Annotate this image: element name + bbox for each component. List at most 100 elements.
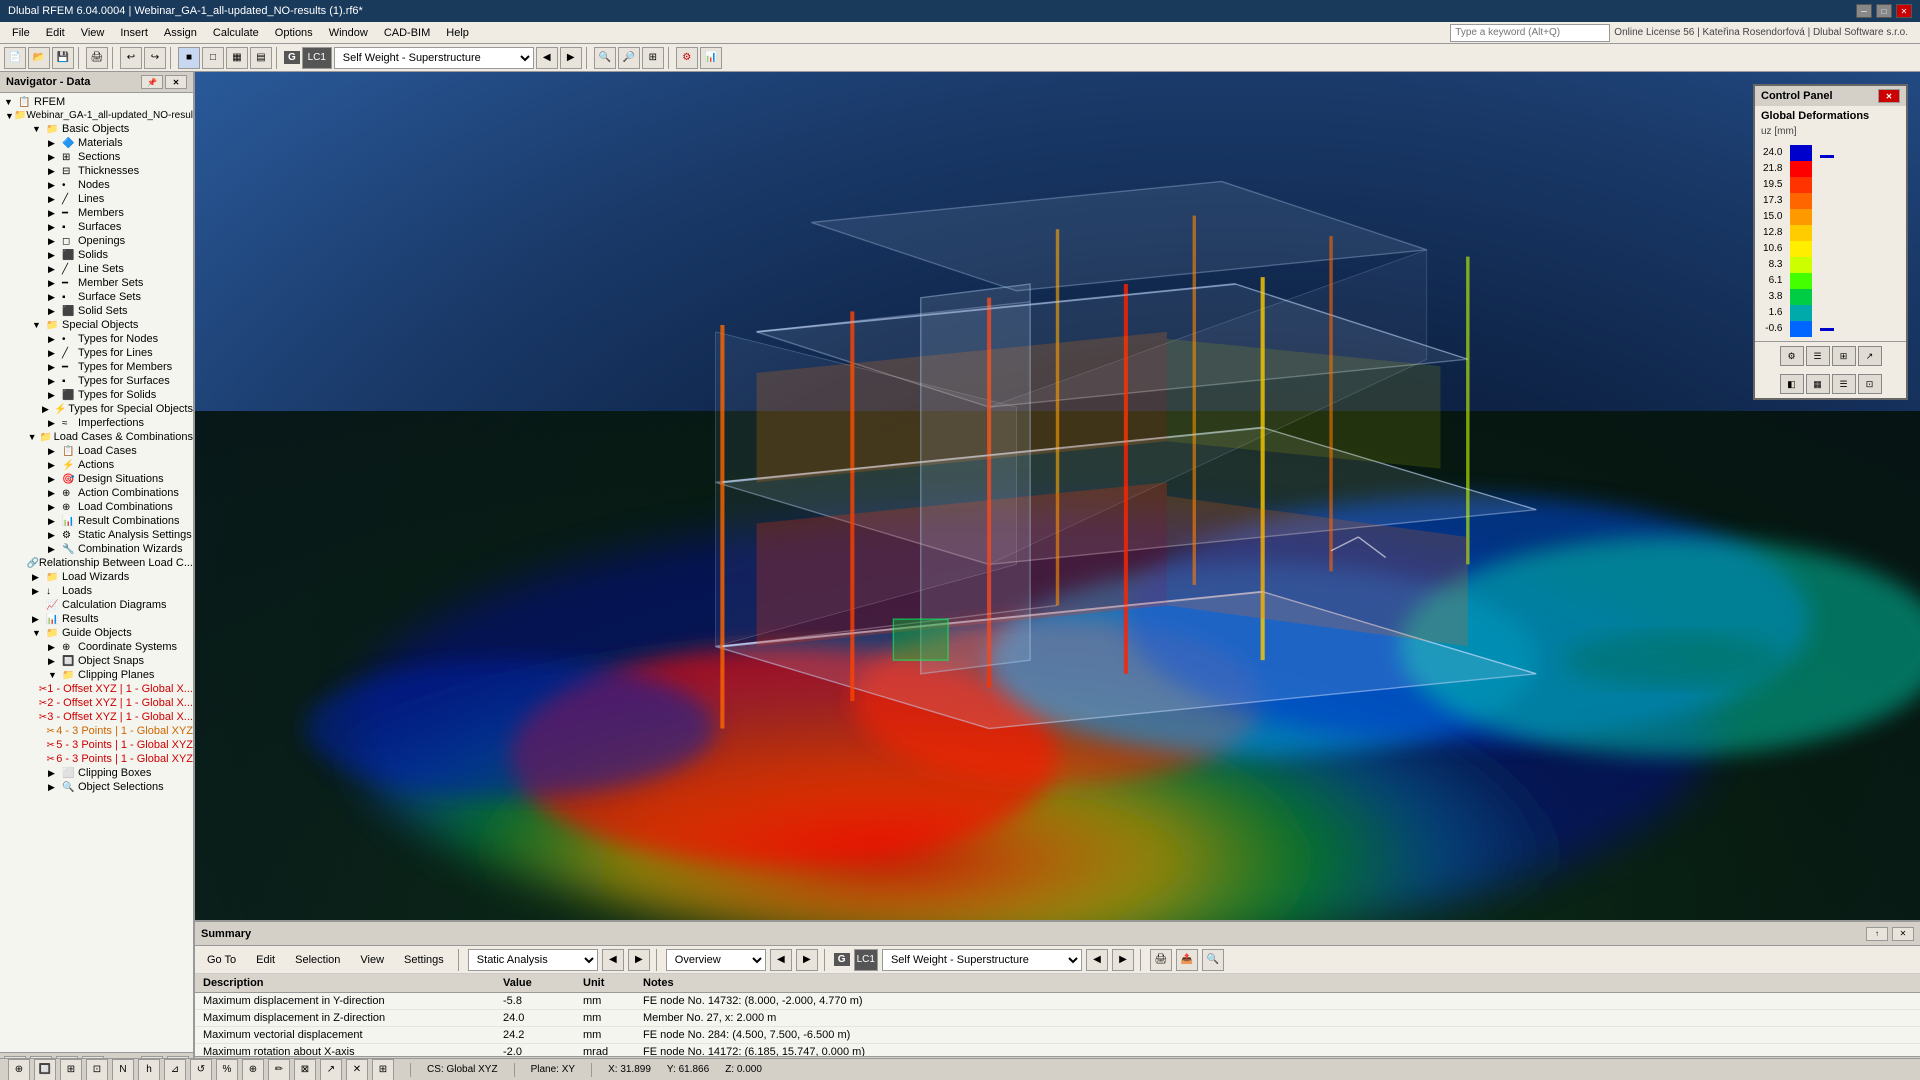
menu-edit[interactable]: Edit — [38, 25, 73, 41]
types-solids-arrow[interactable]: ▶ — [48, 390, 62, 401]
types-surfaces-arrow[interactable]: ▶ — [48, 376, 62, 387]
materials-arrow[interactable]: ▶ — [48, 138, 62, 149]
results-button[interactable]: 📊 — [700, 47, 722, 69]
comb-wizards-arrow[interactable]: ▶ — [48, 544, 62, 555]
zoom-out-button[interactable]: 🔎 — [618, 47, 640, 69]
nav-item-special-objects[interactable]: ▼ 📁 Special Objects — [0, 318, 193, 332]
menu-insert[interactable]: Insert — [112, 25, 156, 41]
overview-prev-button[interactable]: ◀ — [770, 949, 792, 971]
status-btn-4[interactable]: ⊡ — [86, 1059, 108, 1080]
lc-next-button[interactable]: ▶ — [560, 47, 582, 69]
nav-item-load-combinations[interactable]: ▶ ⊕ Load Combinations — [0, 500, 193, 514]
nav-item-cp-6[interactable]: ✂ 6 - 3 Points | 1 - Global XYZ — [0, 752, 193, 766]
view-3d-button[interactable]: ■ — [178, 47, 200, 69]
bottom-view[interactable]: View — [352, 952, 392, 968]
lc-name-dropdown[interactable]: Self Weight - Superstructure — [334, 47, 534, 69]
cp-btn-2d-view[interactable]: ◧ — [1780, 374, 1804, 394]
nav-item-types-surfaces[interactable]: ▶ ▪ Types for Surfaces — [0, 374, 193, 388]
cp-btn-export[interactable]: ↗ — [1858, 346, 1882, 366]
nav-item-thicknesses[interactable]: ▶ ⊟ Thicknesses — [0, 164, 193, 178]
analysis-prev-button[interactable]: ◀ — [602, 949, 624, 971]
nav-item-load-cases[interactable]: ▶ 📋 Load Cases — [0, 444, 193, 458]
bottom-expand-button[interactable]: ↑ — [1866, 927, 1888, 941]
loads-arrow[interactable]: ▶ — [32, 586, 46, 597]
open-button[interactable]: 📂 — [28, 47, 50, 69]
nav-item-cp-2[interactable]: ✂ 2 - Offset XYZ | 1 - Global X... — [0, 696, 193, 710]
openings-arrow[interactable]: ▶ — [48, 236, 62, 247]
status-btn-5[interactable]: N — [112, 1059, 134, 1080]
table-row[interactable]: Maximum displacement in Z-direction 24.0… — [195, 1010, 1920, 1027]
menu-window[interactable]: Window — [321, 25, 376, 41]
nav-item-nodes[interactable]: ▶ • Nodes — [0, 178, 193, 192]
close-button[interactable]: ✕ — [1896, 4, 1912, 18]
project-arrow[interactable]: ▼ — [5, 111, 14, 121]
menu-cad-bim[interactable]: CAD-BIM — [376, 25, 438, 41]
lines-arrow[interactable]: ▶ — [48, 194, 62, 205]
fit-all-button[interactable]: ⊞ — [642, 47, 664, 69]
nav-item-types-nodes[interactable]: ▶ • Types for Nodes — [0, 332, 193, 346]
nav-item-design-situations[interactable]: ▶ 🎯 Design Situations — [0, 472, 193, 486]
table-row[interactable]: Maximum rotation about X-axis -2.0 mrad … — [195, 1044, 1920, 1056]
status-btn-14[interactable]: ✕ — [346, 1059, 368, 1080]
member-sets-arrow[interactable]: ▶ — [48, 278, 62, 289]
nav-item-sections[interactable]: ▶ ⊞ Sections — [0, 150, 193, 164]
nav-item-basic-objects[interactable]: ▼ 📁 Basic Objects — [0, 122, 193, 136]
surface-sets-arrow[interactable]: ▶ — [48, 292, 62, 303]
cp-btn-legend[interactable]: ☰ — [1832, 374, 1856, 394]
nav-item-lines[interactable]: ▶ ╱ Lines — [0, 192, 193, 206]
solid-sets-arrow[interactable]: ▶ — [48, 306, 62, 317]
solids-arrow[interactable]: ▶ — [48, 250, 62, 261]
new-button[interactable]: 📄 — [4, 47, 26, 69]
nav-item-coord-systems[interactable]: ▶ ⊕ Coordinate Systems — [0, 640, 193, 654]
load-cases-comb-arrow[interactable]: ▼ — [28, 432, 40, 442]
overview-next-button[interactable]: ▶ — [796, 949, 818, 971]
save-button[interactable]: 💾 — [52, 47, 74, 69]
design-situations-arrow[interactable]: ▶ — [48, 474, 62, 485]
nav-item-imperfections[interactable]: ▶ ≈ Imperfections — [0, 416, 193, 430]
nav-item-materials[interactable]: ▶ 🔷 Materials — [0, 136, 193, 150]
types-nodes-arrow[interactable]: ▶ — [48, 334, 62, 345]
nav-item-clipping-planes[interactable]: ▼ 📁 Clipping Planes — [0, 668, 193, 682]
search-input[interactable] — [1450, 24, 1610, 42]
minimize-button[interactable]: ─ — [1856, 4, 1872, 18]
result-combinations-arrow[interactable]: ▶ — [48, 516, 62, 527]
nav-item-result-combinations[interactable]: ▶ 📊 Result Combinations — [0, 514, 193, 528]
nav-item-comb-wizards[interactable]: ▶ 🔧 Combination Wizards — [0, 542, 193, 556]
status-btn-12[interactable]: ⊠ — [294, 1059, 316, 1080]
nav-item-project[interactable]: ▼ 📁 Webinar_GA-1_all-updated_NO-resul — [0, 109, 193, 122]
bottom-lc-name-dropdown[interactable]: Self Weight - Superstructure — [882, 949, 1082, 971]
load-wizards-arrow[interactable]: ▶ — [32, 572, 46, 583]
status-btn-10[interactable]: ⊕ — [242, 1059, 264, 1080]
nav-item-cp-4[interactable]: ✂ 4 - 3 Points | 1 - Global XYZ — [0, 724, 193, 738]
menu-calculate[interactable]: Calculate — [205, 25, 267, 41]
table-row[interactable]: Maximum displacement in Y-direction -5.8… — [195, 993, 1920, 1010]
nav-item-guide-objects[interactable]: ▼ 📁 Guide Objects — [0, 626, 193, 640]
nav-item-cp-3[interactable]: ✂ 3 - Offset XYZ | 1 - Global X... — [0, 710, 193, 724]
cp-btn-extra[interactable]: ⊡ — [1858, 374, 1882, 394]
nav-item-surfaces[interactable]: ▶ ▪ Surfaces — [0, 220, 193, 234]
status-btn-11[interactable]: ✏ — [268, 1059, 290, 1080]
nav-item-action-combinations[interactable]: ▶ ⊕ Action Combinations — [0, 486, 193, 500]
special-objects-arrow[interactable]: ▼ — [32, 320, 46, 330]
maximize-button[interactable]: □ — [1876, 4, 1892, 18]
cp-btn-list[interactable]: ☰ — [1806, 346, 1830, 366]
analysis-type-dropdown[interactable]: Static Analysis — [468, 949, 598, 971]
lc-prev-button[interactable]: ◀ — [536, 47, 558, 69]
nav-item-load-cases-comb[interactable]: ▼ 📁 Load Cases & Combinations — [0, 430, 193, 444]
table-row[interactable]: Maximum vectorial displacement 24.2 mm F… — [195, 1027, 1920, 1044]
view-front-button[interactable]: ▦ — [226, 47, 248, 69]
view-top-button[interactable]: ▤ — [250, 47, 272, 69]
nav-item-surface-sets[interactable]: ▶ ▪ Surface Sets — [0, 290, 193, 304]
surfaces-arrow[interactable]: ▶ — [48, 222, 62, 233]
viewport-container[interactable]: Control Panel ✕ Global Deformations uz [… — [195, 72, 1920, 920]
bottom-filter-btn[interactable]: 🔍 — [1202, 949, 1224, 971]
status-btn-6[interactable]: h — [138, 1059, 160, 1080]
nav-item-members[interactable]: ▶ ━ Members — [0, 206, 193, 220]
status-btn-1[interactable]: ⊕ — [8, 1059, 30, 1080]
navigator-pin-button[interactable]: 📌 — [141, 75, 163, 89]
status-btn-9[interactable]: % — [216, 1059, 238, 1080]
nav-item-rfem[interactable]: ▼ 📋 RFEM — [0, 95, 193, 109]
analysis-next-button[interactable]: ▶ — [628, 949, 650, 971]
members-arrow[interactable]: ▶ — [48, 208, 62, 219]
types-members-arrow[interactable]: ▶ — [48, 362, 62, 373]
